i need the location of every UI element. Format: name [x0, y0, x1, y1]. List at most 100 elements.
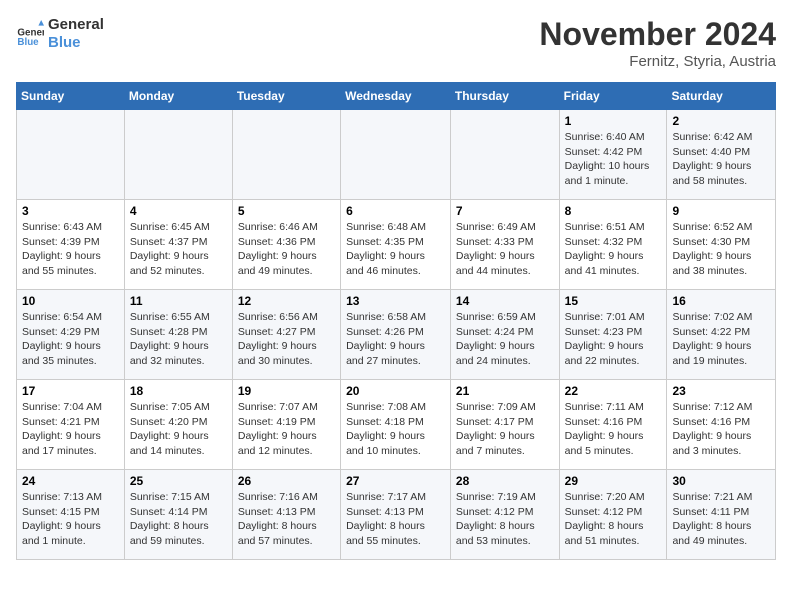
- day-number: 25: [130, 474, 227, 488]
- calendar-cell: 28 Sunrise: 7:19 AMSunset: 4:12 PMDayligh…: [450, 470, 559, 560]
- header-cell-wednesday: Wednesday: [341, 83, 451, 110]
- calendar-cell: 7 Sunrise: 6:49 AMSunset: 4:33 PMDaylight…: [450, 200, 559, 290]
- day-info: Sunrise: 7:17 AMSunset: 4:13 PMDaylight:…: [346, 490, 445, 549]
- day-number: 26: [238, 474, 335, 488]
- day-number: 27: [346, 474, 445, 488]
- logo-line1: General: [48, 16, 104, 34]
- month-title: November 2024: [539, 16, 776, 53]
- day-number: 16: [672, 294, 770, 308]
- day-number: 17: [22, 384, 119, 398]
- day-info: Sunrise: 7:01 AMSunset: 4:23 PMDaylight:…: [565, 310, 662, 369]
- calendar-cell: [124, 110, 232, 200]
- calendar-cell: 14Sunrise: 6:59 AMSunset: 4:24 PMDayligh…: [450, 290, 559, 380]
- day-number: 21: [456, 384, 554, 398]
- day-info: Sunrise: 6:45 AMSunset: 4:37 PMDaylight:…: [130, 220, 227, 279]
- header-cell-thursday: Thursday: [450, 83, 559, 110]
- day-number: 28: [456, 474, 554, 488]
- day-info: Sunrise: 7:05 AMSunset: 4:20 PMDaylight:…: [130, 400, 227, 459]
- calendar-cell: 11 Sunrise: 6:55 AMSunset: 4:28 PMDayligh…: [124, 290, 232, 380]
- calendar-cell: 3Sunrise: 6:43 AMSunset: 4:39 PMDaylight…: [17, 200, 125, 290]
- header-row: SundayMondayTuesdayWednesdayThursdayFrid…: [17, 83, 776, 110]
- day-number: 10: [22, 294, 119, 308]
- calendar-cell: 17 Sunrise: 7:04 AMSunset: 4:21 PMDayligh…: [17, 380, 125, 470]
- day-number: 1: [565, 114, 662, 128]
- day-number: 29: [565, 474, 662, 488]
- day-number: 9: [672, 204, 770, 218]
- calendar-cell: 21Sunrise: 7:09 AMSunset: 4:17 PMDayligh…: [450, 380, 559, 470]
- day-number: 20: [346, 384, 445, 398]
- calendar-cell: 12Sunrise: 6:56 AMSunset: 4:27 PMDayligh…: [232, 290, 340, 380]
- day-info: Sunrise: 6:49 AMSunset: 4:33 PMDaylight:…: [456, 220, 554, 279]
- calendar-week-2: 3Sunrise: 6:43 AMSunset: 4:39 PMDaylight…: [17, 200, 776, 290]
- day-number: 11: [130, 294, 227, 308]
- location-subtitle: Fernitz, Styria, Austria: [539, 53, 776, 70]
- calendar-cell: [450, 110, 559, 200]
- calendar-cell: 26 Sunrise: 7:16 AMSunset: 4:13 PMDayligh…: [232, 470, 340, 560]
- day-info: Sunrise: 6:48 AMSunset: 4:35 PMDaylight:…: [346, 220, 445, 279]
- day-number: 15: [565, 294, 662, 308]
- day-number: 13: [346, 294, 445, 308]
- calendar-week-5: 24 Sunrise: 7:13 AMSunset: 4:15 PMDayligh…: [17, 470, 776, 560]
- calendar-cell: 5 Sunrise: 6:46 AMSunset: 4:36 PMDaylight…: [232, 200, 340, 290]
- day-info: Sunrise: 7:13 AMSunset: 4:15 PMDaylight:…: [22, 490, 119, 549]
- day-number: 5: [238, 204, 335, 218]
- day-info: Sunrise: 6:42 AMSunset: 4:40 PMDaylight:…: [672, 130, 770, 189]
- day-info: Sunrise: 7:19 AMSunset: 4:12 PMDaylight:…: [456, 490, 554, 549]
- day-info: Sunrise: 6:46 AMSunset: 4:36 PMDaylight:…: [238, 220, 335, 279]
- calendar-cell: 22Sunrise: 7:11 AMSunset: 4:16 PMDayligh…: [559, 380, 667, 470]
- day-info: Sunrise: 7:04 AMSunset: 4:21 PMDaylight:…: [22, 400, 119, 459]
- header-cell-saturday: Saturday: [667, 83, 776, 110]
- calendar-cell: 16 Sunrise: 7:02 AMSunset: 4:22 PMDayligh…: [667, 290, 776, 380]
- calendar-week-3: 10Sunrise: 6:54 AMSunset: 4:29 PMDayligh…: [17, 290, 776, 380]
- calendar-cell: 27 Sunrise: 7:17 AMSunset: 4:13 PMDayligh…: [341, 470, 451, 560]
- calendar-cell: 13 Sunrise: 6:58 AMSunset: 4:26 PMDayligh…: [341, 290, 451, 380]
- calendar-cell: 18 Sunrise: 7:05 AMSunset: 4:20 PMDayligh…: [124, 380, 232, 470]
- logo: General Blue General Blue: [16, 16, 104, 52]
- day-info: Sunrise: 7:07 AMSunset: 4:19 PMDaylight:…: [238, 400, 335, 459]
- calendar-cell: 25Sunrise: 7:15 AMSunset: 4:14 PMDayligh…: [124, 470, 232, 560]
- day-number: 24: [22, 474, 119, 488]
- day-info: Sunrise: 7:08 AMSunset: 4:18 PMDaylight:…: [346, 400, 445, 459]
- logo-line2: Blue: [48, 34, 104, 52]
- page-header: General Blue General Blue November 2024 …: [16, 16, 776, 70]
- day-number: 19: [238, 384, 335, 398]
- day-info: Sunrise: 6:43 AMSunset: 4:39 PMDaylight:…: [22, 220, 119, 279]
- calendar-cell: 10Sunrise: 6:54 AMSunset: 4:29 PMDayligh…: [17, 290, 125, 380]
- day-number: 7: [456, 204, 554, 218]
- calendar-week-1: 1 Sunrise: 6:40 AMSunset: 4:42 PMDaylight…: [17, 110, 776, 200]
- calendar-cell: 9 Sunrise: 6:52 AMSunset: 4:30 PMDaylight…: [667, 200, 776, 290]
- calendar-cell: [17, 110, 125, 200]
- calendar-table: SundayMondayTuesdayWednesdayThursdayFrid…: [16, 82, 776, 560]
- calendar-cell: 4 Sunrise: 6:45 AMSunset: 4:37 PMDaylight…: [124, 200, 232, 290]
- day-number: 8: [565, 204, 662, 218]
- day-info: Sunrise: 6:52 AMSunset: 4:30 PMDaylight:…: [672, 220, 770, 279]
- calendar-cell: 8 Sunrise: 6:51 AMSunset: 4:32 PMDaylight…: [559, 200, 667, 290]
- day-number: 18: [130, 384, 227, 398]
- day-number: 2: [672, 114, 770, 128]
- calendar-header: SundayMondayTuesdayWednesdayThursdayFrid…: [17, 83, 776, 110]
- day-info: Sunrise: 6:51 AMSunset: 4:32 PMDaylight:…: [565, 220, 662, 279]
- calendar-cell: 6 Sunrise: 6:48 AMSunset: 4:35 PMDaylight…: [341, 200, 451, 290]
- logo-icon: General Blue: [16, 20, 44, 48]
- day-number: 4: [130, 204, 227, 218]
- header-cell-sunday: Sunday: [17, 83, 125, 110]
- title-block: November 2024 Fernitz, Styria, Austria: [539, 16, 776, 70]
- day-info: Sunrise: 6:40 AMSunset: 4:42 PMDaylight:…: [565, 130, 662, 189]
- day-number: 6: [346, 204, 445, 218]
- day-info: Sunrise: 7:12 AMSunset: 4:16 PMDaylight:…: [672, 400, 770, 459]
- day-info: Sunrise: 7:02 AMSunset: 4:22 PMDaylight:…: [672, 310, 770, 369]
- day-info: Sunrise: 6:58 AMSunset: 4:26 PMDaylight:…: [346, 310, 445, 369]
- calendar-cell: 29Sunrise: 7:20 AMSunset: 4:12 PMDayligh…: [559, 470, 667, 560]
- day-number: 23: [672, 384, 770, 398]
- day-info: Sunrise: 6:55 AMSunset: 4:28 PMDaylight:…: [130, 310, 227, 369]
- day-info: Sunrise: 7:16 AMSunset: 4:13 PMDaylight:…: [238, 490, 335, 549]
- header-cell-monday: Monday: [124, 83, 232, 110]
- day-info: Sunrise: 7:11 AMSunset: 4:16 PMDaylight:…: [565, 400, 662, 459]
- calendar-cell: 2 Sunrise: 6:42 AMSunset: 4:40 PMDaylight…: [667, 110, 776, 200]
- header-cell-friday: Friday: [559, 83, 667, 110]
- calendar-cell: 1 Sunrise: 6:40 AMSunset: 4:42 PMDaylight…: [559, 110, 667, 200]
- calendar-cell: 15 Sunrise: 7:01 AMSunset: 4:23 PMDayligh…: [559, 290, 667, 380]
- calendar-cell: 24 Sunrise: 7:13 AMSunset: 4:15 PMDayligh…: [17, 470, 125, 560]
- calendar-body: 1 Sunrise: 6:40 AMSunset: 4:42 PMDaylight…: [17, 110, 776, 560]
- header-cell-tuesday: Tuesday: [232, 83, 340, 110]
